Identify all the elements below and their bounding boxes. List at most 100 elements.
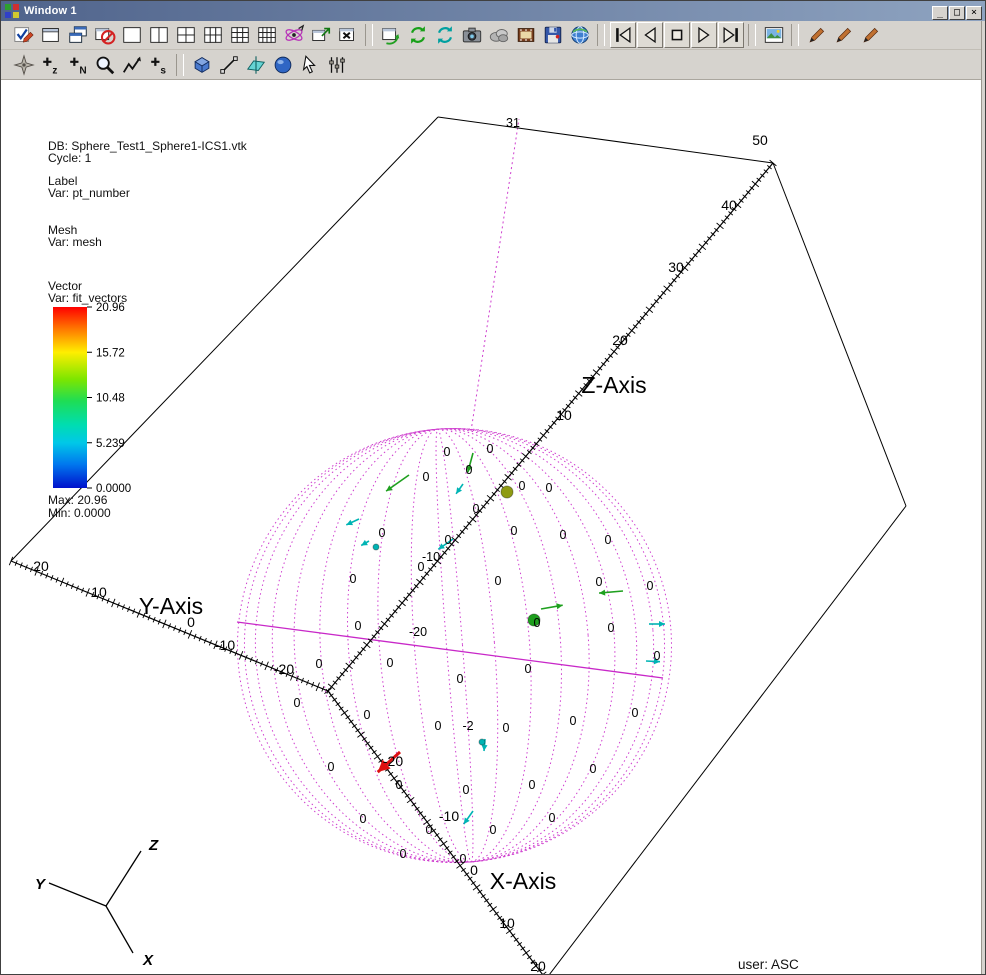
- point-tool-button[interactable]: [297, 52, 323, 78]
- axis-restriction-tool-button[interactable]: [324, 52, 350, 78]
- movie-button[interactable]: [513, 22, 539, 48]
- render-cloud-button-icon: [488, 24, 510, 46]
- svg-text:0: 0: [519, 479, 526, 493]
- layout-4x3-button[interactable]: [254, 22, 280, 48]
- layout-4x3-button-icon: [256, 24, 278, 46]
- play-animation-button[interactable]: [691, 22, 717, 48]
- layout-1x1-button[interactable]: [119, 22, 145, 48]
- clear-plots-button[interactable]: [378, 22, 404, 48]
- svg-text:-10: -10: [422, 550, 440, 564]
- next-timestep-button[interactable]: [718, 22, 744, 48]
- navigate-mode-button[interactable]: [11, 52, 37, 78]
- redraw-button[interactable]: [405, 22, 431, 48]
- svg-text:0: 0: [632, 706, 639, 720]
- web-publish-button[interactable]: [567, 22, 593, 48]
- svg-text:10.48: 10.48: [96, 393, 125, 405]
- spin-view-button-icon: [283, 24, 305, 46]
- movie-button-icon: [515, 24, 537, 46]
- svg-text:0: 0: [570, 714, 577, 728]
- svg-text:Min: 0.0000: Min: 0.0000: [48, 506, 111, 520]
- layout-2x3-button[interactable]: [200, 22, 226, 48]
- maximize-button[interactable]: □: [949, 6, 965, 20]
- layout-1x2-button[interactable]: [146, 22, 172, 48]
- zoom-mode-z-button[interactable]: z: [38, 52, 64, 78]
- line-tool-button-icon: [218, 54, 240, 76]
- plane-tool-button[interactable]: [243, 52, 269, 78]
- svg-text:-2: -2: [462, 719, 473, 733]
- app-icon: [4, 3, 20, 19]
- new-window-button[interactable]: [38, 22, 64, 48]
- svg-text:0: 0: [435, 719, 442, 733]
- first-timestep-button[interactable]: [610, 22, 636, 48]
- svg-text:20: 20: [612, 332, 628, 348]
- clone-window-button[interactable]: [65, 22, 91, 48]
- svg-text:s: s: [160, 65, 166, 76]
- previous-timestep-button[interactable]: [637, 22, 663, 48]
- toolbar-separator: [365, 24, 373, 46]
- layout-2x2-button-icon: [175, 24, 197, 46]
- close-gui-button[interactable]: [335, 22, 361, 48]
- viewport-canvas[interactable]: 0000000000000000000000000000000000000000…: [1, 80, 986, 975]
- box-tool-button[interactable]: [189, 52, 215, 78]
- save-image-button[interactable]: [540, 22, 566, 48]
- svg-text:0: 0: [457, 672, 464, 686]
- snapshot-button[interactable]: [459, 22, 485, 48]
- slideshow-button-icon: [763, 24, 785, 46]
- svg-text:5.239: 5.239: [96, 438, 125, 450]
- point-tool-button-icon: [299, 54, 321, 76]
- svg-text:20: 20: [530, 958, 546, 974]
- layout-2x2-button[interactable]: [173, 22, 199, 48]
- layout-3x3-button[interactable]: [227, 22, 253, 48]
- svg-text:-20: -20: [274, 661, 294, 677]
- svg-text:0: 0: [473, 502, 480, 516]
- minimize-button[interactable]: _: [932, 6, 948, 20]
- svg-text:0: 0: [596, 575, 603, 589]
- next-timestep-button-icon: [720, 24, 742, 46]
- titlebar[interactable]: Window 1 _□×: [1, 1, 985, 21]
- redraw-button-icon: [407, 24, 429, 46]
- spin-view-button[interactable]: [281, 22, 307, 48]
- render-cloud-button[interactable]: [486, 22, 512, 48]
- app-window: Window 1 _□× zNs 00000000000000000000000…: [0, 0, 986, 975]
- svg-text:0: 0: [460, 852, 467, 866]
- web-publish-button-icon: [569, 24, 591, 46]
- new-window-button-icon: [40, 24, 62, 46]
- user-label: user: ASC: [738, 957, 799, 972]
- svg-text:0: 0: [503, 721, 510, 735]
- line-tool-button[interactable]: [216, 52, 242, 78]
- annotation-tool-3-button-icon: [860, 24, 882, 46]
- toolbar-separator: [748, 24, 756, 46]
- pop-gui-button[interactable]: [308, 22, 334, 48]
- zoom-tool-button[interactable]: [92, 52, 118, 78]
- svg-text:0: 0: [387, 656, 394, 670]
- delete-window-button[interactable]: [92, 22, 118, 48]
- svg-text:-20: -20: [409, 625, 427, 639]
- svg-text:0: 0: [490, 823, 497, 837]
- svg-text:Max: 20.96: Max: 20.96: [48, 493, 108, 507]
- pick-node-mode-button-icon: N: [67, 54, 89, 76]
- active-window-toggle-icon: [13, 24, 35, 46]
- svg-text:Var: fit_vectors: Var: fit_vectors: [48, 291, 127, 305]
- svg-text:z: z: [52, 65, 57, 76]
- stop-animation-button[interactable]: [664, 22, 690, 48]
- zoom-mode-z-button-icon: z: [40, 54, 62, 76]
- svg-text:0: 0: [466, 463, 473, 477]
- z-axis-title: Z-Axis: [581, 372, 646, 398]
- svg-text:0: 0: [396, 778, 403, 792]
- lineout-mode-button[interactable]: [119, 52, 145, 78]
- svg-text:20: 20: [33, 558, 49, 574]
- reset-view-button[interactable]: [432, 22, 458, 48]
- annotation-tool-3-button[interactable]: [858, 22, 884, 48]
- slideshow-button[interactable]: [761, 22, 787, 48]
- axis-restriction-tool-button-icon: [326, 54, 348, 76]
- annotation-tool-2-button[interactable]: [831, 22, 857, 48]
- pick-node-mode-button[interactable]: N: [65, 52, 91, 78]
- spreadsheet-pick-button[interactable]: s: [146, 52, 172, 78]
- active-window-toggle[interactable]: [11, 22, 37, 48]
- zoom-tool-button-icon: [94, 54, 116, 76]
- svg-text:0: 0: [423, 470, 430, 484]
- annotation-tool-1-button[interactable]: [804, 22, 830, 48]
- sphere-tool-button[interactable]: [270, 52, 296, 78]
- close-button[interactable]: ×: [966, 6, 982, 20]
- clone-window-button-icon: [67, 24, 89, 46]
